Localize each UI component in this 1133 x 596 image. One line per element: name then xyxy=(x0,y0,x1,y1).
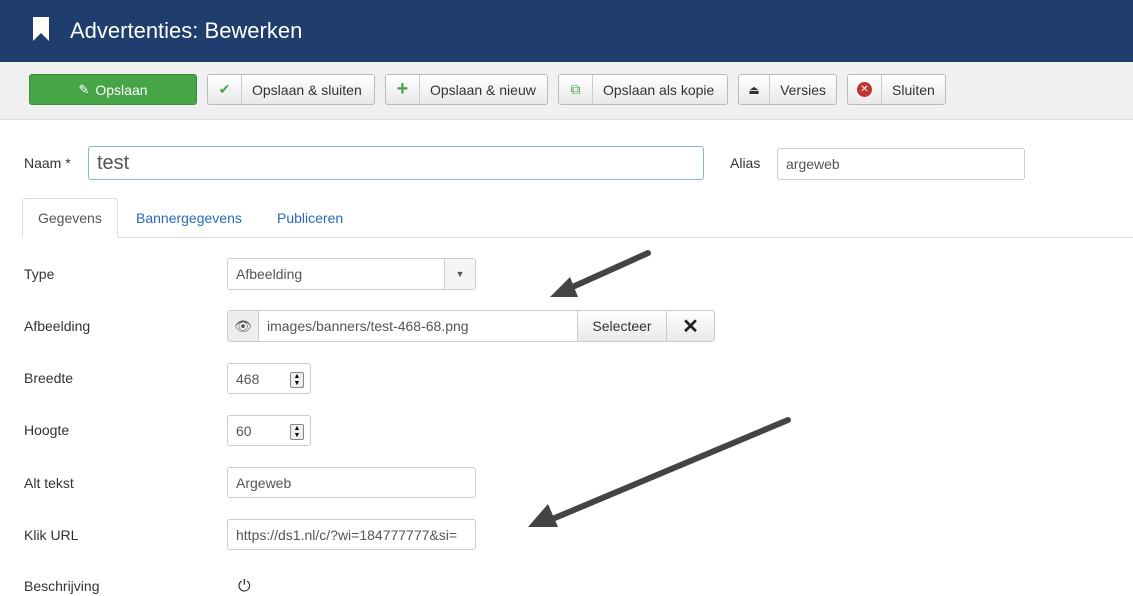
width-input[interactable]: 468 ▲ ▼ xyxy=(227,363,311,394)
url-input[interactable]: https://ds1.nl/c/?wi=184777777&si= xyxy=(227,519,476,550)
height-label: Hoogte xyxy=(24,422,70,438)
select-button[interactable]: Selecteer xyxy=(577,310,667,342)
copy-icon: ⧉ xyxy=(559,75,593,104)
name-input[interactable]: test xyxy=(88,146,704,180)
url-label: Klik URL xyxy=(24,527,79,543)
close-circle-icon: ✕ xyxy=(848,75,882,104)
type-value: Afbeelding xyxy=(236,266,303,282)
tab-bar: Gegevens Bannergegevens Publiceren xyxy=(22,198,1133,238)
power-icon[interactable]: ⏻ xyxy=(238,578,251,596)
alt-input[interactable]: Argeweb xyxy=(227,467,476,498)
annotation-arrow xyxy=(528,417,791,527)
caret-down-icon: ▼ xyxy=(444,259,475,289)
type-label: Type xyxy=(24,266,55,282)
save-button[interactable]: ✎ Opslaan xyxy=(29,74,197,105)
bookmark-icon xyxy=(33,17,49,41)
width-label: Breedte xyxy=(24,370,74,386)
alias-label: Alias xyxy=(730,155,761,171)
page-title: Advertenties: Bewerken xyxy=(70,18,303,43)
versions-button[interactable]: ⏏ Versies xyxy=(738,74,837,105)
save-new-label: Opslaan & nieuw xyxy=(430,81,536,98)
save-copy-label: Opslaan als kopie xyxy=(603,81,715,98)
type-select[interactable]: Afbeelding ▼ xyxy=(227,258,476,290)
title-bar: Advertenties: Bewerken xyxy=(0,0,1133,62)
edit-icon: ✎ xyxy=(78,81,90,97)
alt-label: Alt tekst xyxy=(24,475,74,491)
preview-button[interactable]: 👁 xyxy=(227,310,259,342)
image-path-input[interactable]: images/banners/test-468-68.png xyxy=(258,310,578,342)
spinner-icon[interactable]: ▲ ▼ xyxy=(290,372,304,388)
image-label: Afbeelding xyxy=(24,318,91,334)
tab-gegevens[interactable]: Gegevens xyxy=(22,198,118,238)
toolbar: ✎ Opslaan ✔ Opslaan & sluiten + Opslaan … xyxy=(0,62,1133,120)
width-value: 468 xyxy=(236,370,260,387)
close-button[interactable]: ✕ Sluiten xyxy=(847,74,946,105)
save-copy-button[interactable]: ⧉ Opslaan als kopie xyxy=(558,74,728,105)
height-input[interactable]: 60 ▲ ▼ xyxy=(227,415,311,446)
tab-publiceren[interactable]: Publiceren xyxy=(277,198,343,238)
check-icon: ✔ xyxy=(208,75,242,104)
save-close-button[interactable]: ✔ Opslaan & sluiten xyxy=(207,74,375,105)
save-close-label: Opslaan & sluiten xyxy=(252,81,362,98)
eye-icon: 👁 xyxy=(234,317,252,334)
versions-label: Versies xyxy=(780,81,826,98)
clear-image-icon[interactable]: ✕ xyxy=(666,310,715,342)
name-label: Naam * xyxy=(24,155,71,171)
tab-bannergegevens[interactable]: Bannergegevens xyxy=(136,198,242,238)
alias-input[interactable]: argeweb xyxy=(777,148,1025,180)
plus-icon: + xyxy=(386,75,420,104)
save-new-button[interactable]: + Opslaan & nieuw xyxy=(385,74,548,105)
save-label: Opslaan xyxy=(95,81,148,98)
height-value: 60 xyxy=(236,422,252,439)
description-label: Beschrijving xyxy=(24,578,100,594)
spinner-icon[interactable]: ▲ ▼ xyxy=(290,424,304,440)
close-label: Sluiten xyxy=(892,81,935,98)
annotation-arrow xyxy=(550,250,651,297)
archive-icon: ⏏ xyxy=(739,75,771,104)
